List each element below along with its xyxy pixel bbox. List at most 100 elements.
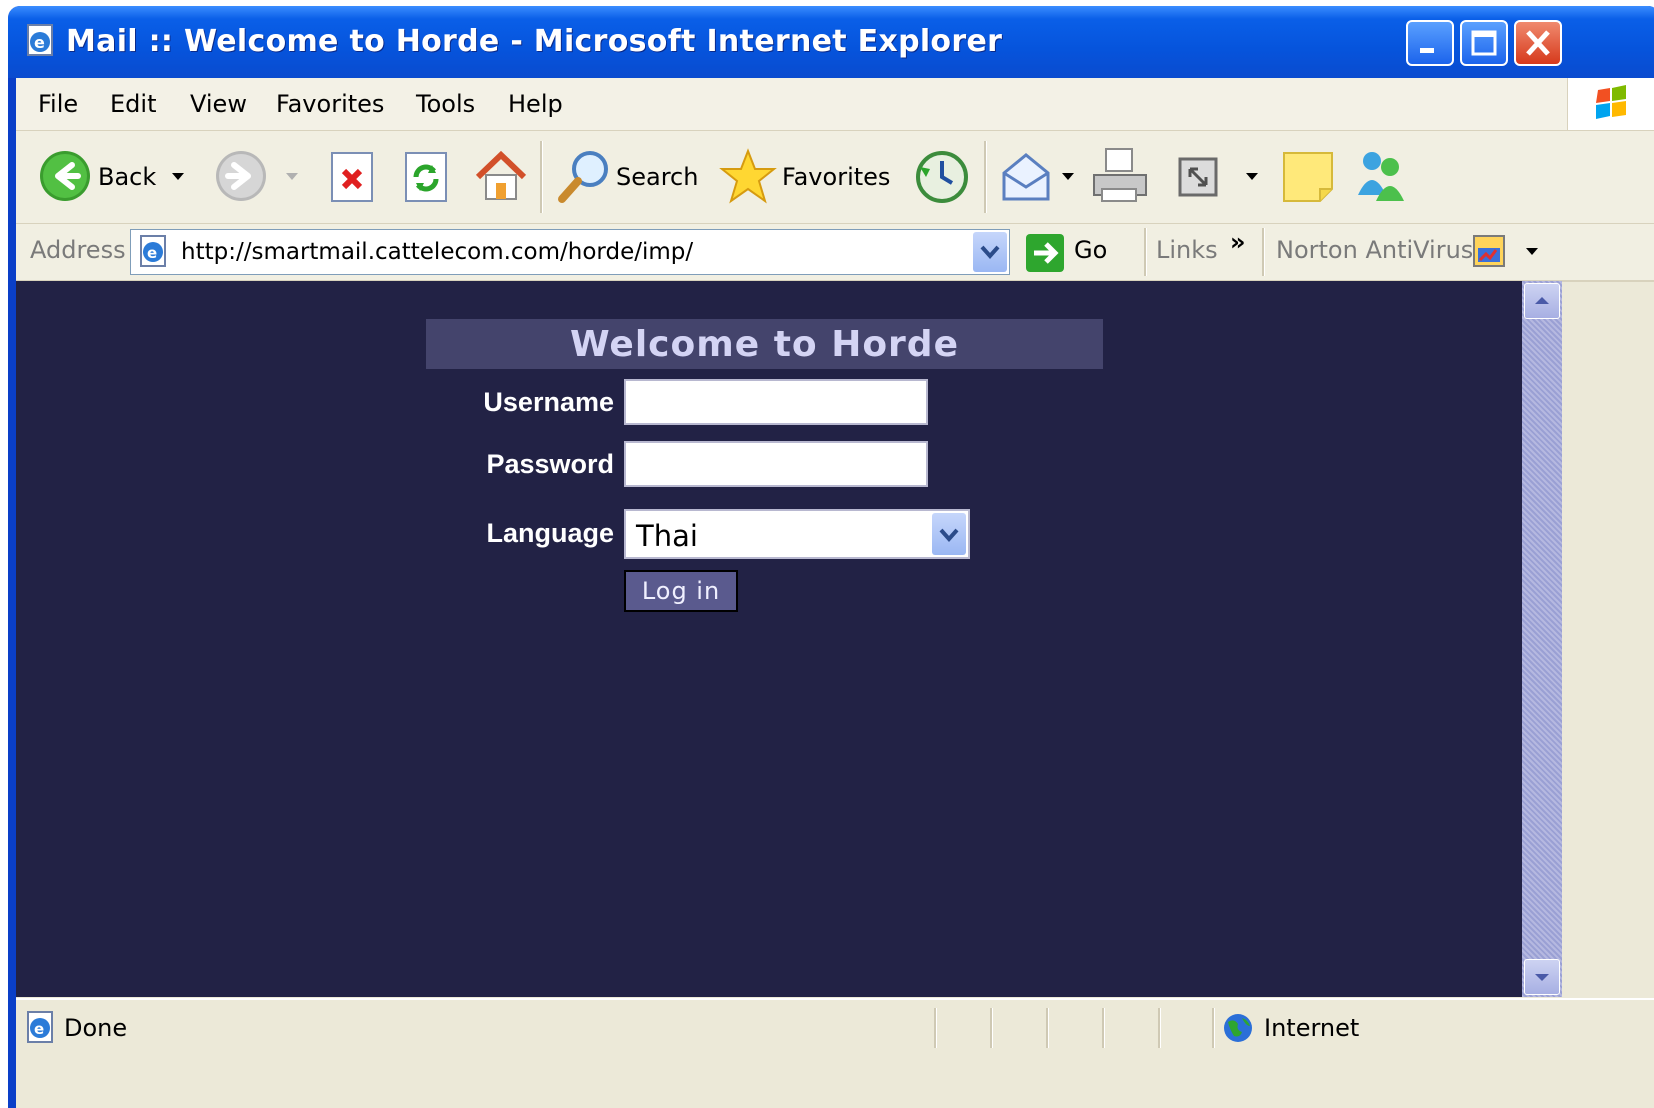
scroll-down-button[interactable] [1524,959,1560,995]
mail-envelope-icon [1002,153,1050,201]
search-button[interactable]: Search [556,131,706,223]
address-bar: Address e http://smartmail.cattelecom.co… [16,224,1654,282]
status-bar: e Done Internet [16,998,1654,1108]
status-divider [1102,1008,1105,1048]
chevron-down-icon [939,528,959,543]
menu-edit[interactable]: Edit [110,90,156,118]
ie-page-icon: e [27,1011,53,1043]
fullscreen-dropdown-caret[interactable] [1246,173,1258,180]
printer-icon [1093,148,1147,202]
username-label: Username [483,387,614,417]
scroll-up-arrow-icon [1535,297,1549,304]
username-field[interactable] [624,379,928,425]
search-label: Search [616,163,699,191]
menu-help[interactable]: Help [508,90,563,118]
print-button[interactable] [1090,131,1154,223]
chevron-down-icon [980,245,1000,260]
menu-favorites[interactable]: Favorites [276,90,384,118]
browser-client: File Edit View Favorites Tools Help Back… [16,78,1654,1108]
go-arrow-icon [1026,234,1064,272]
fullscreen-icon [1178,157,1218,197]
history-button[interactable] [912,131,972,223]
menu-tools[interactable]: Tools [416,90,475,118]
fullscreen-button[interactable] [1176,131,1266,223]
favorites-label: Favorites [782,163,891,191]
address-url: http://smartmail.cattelecom.com/horde/im… [181,239,694,265]
window-title: Mail :: Welcome to Horde - Microsoft Int… [66,24,1003,59]
back-label: Back [98,163,157,191]
windows-flag-icon [1596,85,1626,119]
scroll-down-arrow-icon [1535,974,1549,981]
home-button[interactable] [472,131,532,223]
stop-button[interactable] [328,131,378,223]
address-label: Address [30,236,126,264]
forward-button[interactable] [212,131,312,223]
back-dropdown-caret[interactable] [172,173,184,180]
ie-page-icon: e [140,235,166,267]
status-divider [1158,1008,1161,1048]
mail-button[interactable] [1000,131,1076,223]
refresh-button[interactable] [402,131,452,223]
menu-bar: File Edit View Favorites Tools Help [16,78,1654,131]
home-icon [475,150,527,200]
minimize-button[interactable] [1406,20,1454,66]
svg-text:e: e [34,33,45,52]
minimize-icon [1420,48,1434,53]
language-select[interactable]: Thai [624,509,970,559]
stop-icon [331,152,373,202]
forward-arrow-icon [216,151,266,201]
links-separator [1144,228,1147,276]
sticky-note-icon [1283,152,1333,202]
close-icon [1526,30,1550,56]
search-magnifier-icon [558,151,608,203]
norton-icon[interactable] [1470,232,1510,272]
title-bar[interactable]: e Mail :: Welcome to Horde - Microsoft I… [8,6,1654,78]
menu-view[interactable]: View [190,90,247,118]
language-label: Language [486,518,614,548]
page-title: Welcome to Horde [426,319,1103,369]
go-button[interactable]: Go [1022,228,1122,276]
favorites-button[interactable]: Favorites [718,131,898,223]
maximize-button[interactable] [1460,20,1508,66]
address-dropdown-button[interactable] [973,232,1007,272]
favorites-star-icon [719,148,777,204]
standard-toolbar: Back Search Favorites [16,131,1654,224]
status-divider [934,1008,937,1048]
svg-text:e: e [147,244,157,262]
maximize-icon [1471,30,1497,56]
language-dropdown-button[interactable] [932,513,966,555]
ie-page-icon: e [27,24,53,56]
forward-dropdown-caret[interactable] [286,173,298,180]
scroll-up-button[interactable] [1524,283,1560,319]
messenger-button[interactable] [1350,131,1420,223]
messenger-people-icon [1358,152,1404,201]
login-button[interactable]: Log in [624,570,738,612]
windows-logo [1567,78,1654,130]
norton-dropdown-caret[interactable] [1526,248,1538,255]
toolbar-separator [540,141,543,213]
go-label: Go [1074,236,1108,264]
back-button[interactable]: Back [36,131,196,223]
language-selected-value: Thai [636,519,698,553]
password-label: Password [486,449,614,479]
close-button[interactable] [1514,20,1562,66]
links-chevron[interactable]: » [1230,228,1246,256]
internet-globe-icon [1224,1014,1252,1042]
norton-separator [1262,228,1265,276]
refresh-icon [405,152,447,202]
status-divider [1212,1008,1215,1048]
status-divider [1046,1008,1049,1048]
links-label[interactable]: Links [1156,236,1218,264]
norton-antivirus-label[interactable]: Norton AntiVirus [1276,236,1473,264]
address-field[interactable]: e http://smartmail.cattelecom.com/horde/… [130,229,1010,275]
mail-dropdown-caret[interactable] [1062,173,1074,180]
history-clock-icon [916,151,968,203]
sticky-note-button[interactable] [1280,131,1340,223]
password-field[interactable] [624,441,928,487]
browser-window: e Mail :: Welcome to Horde - Microsoft I… [8,6,1654,1108]
toolbar-separator-2 [984,141,987,213]
vertical-scrollbar[interactable] [1522,281,1562,997]
menu-file[interactable]: File [38,90,78,118]
page-viewport: Welcome to Horde Username Password Langu… [16,281,1522,997]
status-text: Done [64,1014,128,1042]
